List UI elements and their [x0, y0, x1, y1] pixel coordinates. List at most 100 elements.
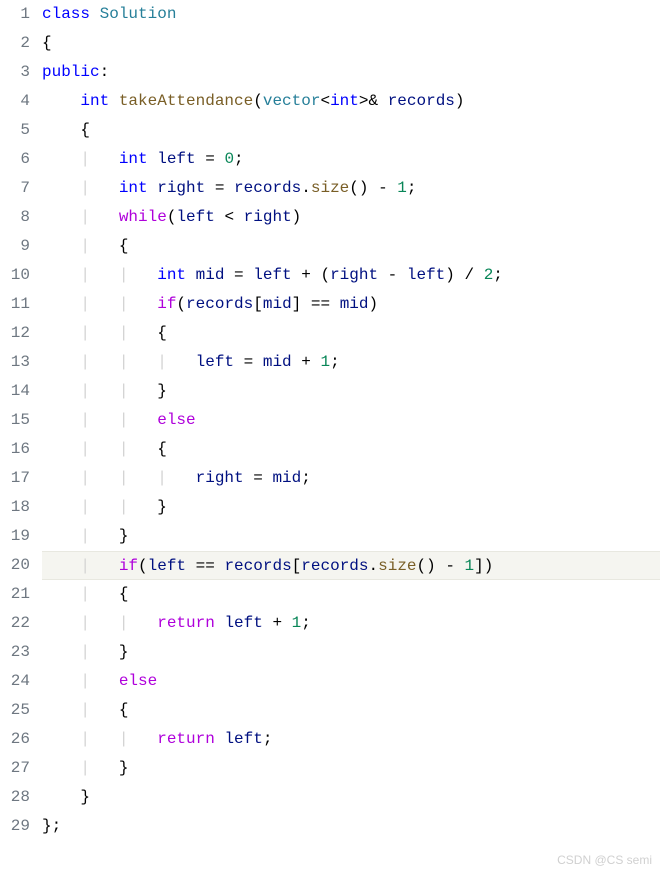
code-token: ) — [292, 208, 302, 226]
code-token: } — [119, 759, 129, 777]
code-line[interactable]: } — [42, 783, 660, 812]
code-token: { — [80, 121, 90, 139]
line-number: 26 — [0, 725, 30, 754]
line-number: 1 — [0, 0, 30, 29]
code-token: return — [157, 730, 224, 748]
code-line[interactable]: | { — [42, 696, 660, 725]
code-token: ( — [138, 557, 148, 575]
code-line[interactable]: int takeAttendance(vector<int>& records) — [42, 87, 660, 116]
code-line[interactable]: | } — [42, 522, 660, 551]
code-token: left — [407, 266, 445, 284]
code-token: | | — [80, 498, 157, 516]
line-number: 28 — [0, 783, 30, 812]
code-line[interactable]: | | { — [42, 319, 660, 348]
line-number: 17 — [0, 464, 30, 493]
code-line[interactable]: class Solution — [42, 0, 660, 29]
code-token — [42, 557, 80, 575]
code-line[interactable]: | | } — [42, 377, 660, 406]
code-token: ; — [263, 730, 273, 748]
code-token: | | | — [80, 469, 195, 487]
code-line[interactable]: | { — [42, 580, 660, 609]
code-token: ( — [167, 208, 177, 226]
code-line[interactable]: | int right = records.size() - 1; — [42, 174, 660, 203]
code-token: [ — [253, 295, 263, 313]
code-token: 2 — [484, 266, 494, 284]
code-line[interactable]: | while(left < right) — [42, 203, 660, 232]
code-token: } — [80, 788, 90, 806]
code-token — [42, 788, 80, 806]
code-token: () - — [417, 557, 465, 575]
code-line[interactable]: | | | right = mid; — [42, 464, 660, 493]
code-token — [42, 266, 80, 284]
code-token: records — [234, 179, 301, 197]
line-number: 29 — [0, 812, 30, 841]
line-number: 24 — [0, 667, 30, 696]
code-token: | | — [80, 440, 157, 458]
code-token — [42, 411, 80, 429]
code-line[interactable]: | | { — [42, 435, 660, 464]
code-token: | — [80, 759, 118, 777]
code-token: | | — [80, 614, 157, 632]
code-token: | | — [80, 295, 157, 313]
code-token: = — [205, 150, 224, 168]
code-line[interactable]: public: — [42, 58, 660, 87]
code-token: } — [119, 527, 129, 545]
code-token: ; — [330, 353, 340, 371]
code-token: left — [224, 730, 262, 748]
code-token: ] == — [292, 295, 340, 313]
code-content-area[interactable]: class Solution{public: int takeAttendanc… — [42, 0, 660, 875]
code-token — [42, 179, 80, 197]
code-token: 1 — [397, 179, 407, 197]
code-line[interactable]: | | if(records[mid] == mid) — [42, 290, 660, 319]
code-line[interactable]: | | return left; — [42, 725, 660, 754]
code-token: >& — [359, 92, 388, 110]
code-line[interactable]: | | } — [42, 493, 660, 522]
code-line[interactable]: { — [42, 29, 660, 58]
code-token — [42, 730, 80, 748]
code-token: size — [311, 179, 349, 197]
line-number-gutter: 1234567891011121314151617181920212223242… — [0, 0, 42, 875]
code-token: 1 — [465, 557, 475, 575]
code-token: Solution — [100, 5, 177, 23]
line-number: 13 — [0, 348, 30, 377]
code-token: . — [301, 179, 311, 197]
code-token: takeAttendance — [119, 92, 253, 110]
code-token: { — [157, 440, 167, 458]
code-token — [42, 759, 80, 777]
code-line[interactable]: | } — [42, 754, 660, 783]
line-number: 6 — [0, 145, 30, 174]
code-token: left — [157, 150, 205, 168]
code-line[interactable]: | if(left == records[records.size() - 1]… — [42, 551, 660, 580]
code-token: left — [196, 353, 244, 371]
code-token: + — [301, 353, 320, 371]
line-number: 15 — [0, 406, 30, 435]
code-token: | | — [80, 266, 157, 284]
code-line[interactable]: | | int mid = left + (right - left) / 2; — [42, 261, 660, 290]
line-number: 21 — [0, 580, 30, 609]
code-line[interactable]: | | | left = mid + 1; — [42, 348, 660, 377]
code-token — [42, 150, 80, 168]
code-line[interactable]: | else — [42, 667, 660, 696]
code-line[interactable]: | int left = 0; — [42, 145, 660, 174]
code-token — [42, 237, 80, 255]
code-token: | — [80, 527, 118, 545]
code-line[interactable]: { — [42, 116, 660, 145]
code-token: records — [224, 557, 291, 575]
code-line[interactable]: }; — [42, 812, 660, 841]
code-token: { — [119, 237, 129, 255]
code-token — [42, 498, 80, 516]
code-token: ) — [455, 92, 465, 110]
code-token — [42, 353, 80, 371]
code-token: right — [196, 469, 254, 487]
code-line[interactable]: | } — [42, 638, 660, 667]
code-token — [42, 614, 80, 632]
line-number: 3 — [0, 58, 30, 87]
code-token: + — [272, 614, 291, 632]
line-number: 25 — [0, 696, 30, 725]
code-line[interactable]: | | else — [42, 406, 660, 435]
line-number: 7 — [0, 174, 30, 203]
code-editor[interactable]: 1234567891011121314151617181920212223242… — [0, 0, 660, 875]
code-line[interactable]: | { — [42, 232, 660, 261]
code-line[interactable]: | | return left + 1; — [42, 609, 660, 638]
code-token: left — [224, 614, 272, 632]
